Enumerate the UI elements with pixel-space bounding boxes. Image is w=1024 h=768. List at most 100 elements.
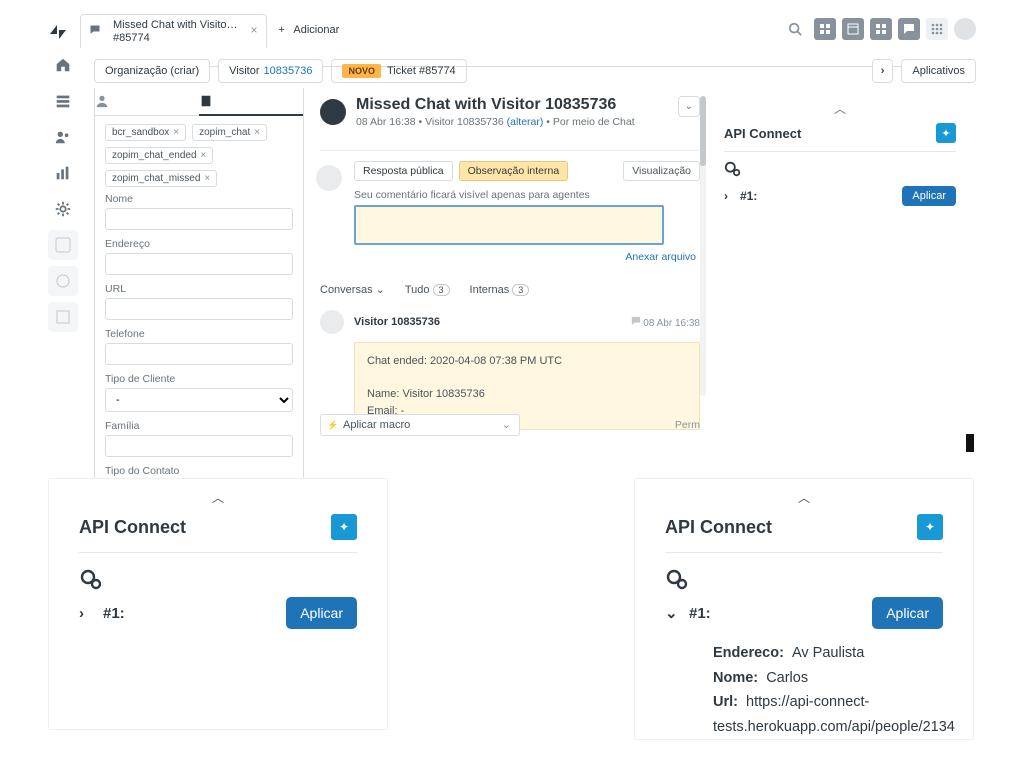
plus-icon: + [279, 24, 285, 36]
public-reply-tab[interactable]: Resposta pública [354, 161, 453, 181]
api-connect-card-expanded: ︿ API Connect ✦ ⌄ #1: Aplicar Endereco: … [634, 478, 974, 740]
add-tab[interactable]: + Adicionar [267, 14, 352, 46]
visitor-label: Visitor [229, 65, 259, 77]
apps-grid-icon[interactable] [926, 18, 948, 40]
properties-panel: bcr_sandbox × zopim_chat × zopim_chat_ende… [94, 88, 304, 483]
app-slot-2-icon[interactable] [48, 266, 78, 296]
api-connect-panel-top: ︿ API Connect ✦ › #1: Aplicar [724, 100, 956, 206]
msg-author: Visitor 10835736 [354, 316, 440, 328]
collapse-icon[interactable]: ︿ [724, 100, 956, 117]
api-settings-icon[interactable] [724, 160, 956, 178]
org-crumb[interactable]: Organização (criar) [94, 59, 210, 83]
api-title: API Connect [665, 517, 772, 538]
tag-chip[interactable]: bcr_sandbox × [105, 124, 186, 141]
grid-icon-2[interactable] [870, 18, 892, 40]
search-icon[interactable] [788, 22, 802, 36]
visitor-avatar [320, 310, 344, 334]
views-icon[interactable] [48, 86, 78, 116]
zendesk-logo [48, 22, 68, 42]
aplicar-button-right[interactable]: Aplicar [872, 597, 943, 629]
user-tab[interactable] [95, 88, 199, 116]
ticket-menu-button[interactable]: ⌄ [678, 96, 700, 117]
input-url[interactable] [105, 298, 293, 320]
preview-button[interactable]: Visualização [623, 161, 700, 181]
internal-note-tab[interactable]: Observação interna [459, 161, 569, 181]
next-ticket-button[interactable]: › [872, 59, 894, 83]
attach-link[interactable]: Anexar arquivo [320, 251, 696, 263]
remove-tag-icon[interactable]: × [173, 127, 179, 138]
api-title: API Connect [724, 126, 801, 141]
profile-avatar[interactable] [954, 18, 976, 40]
api-item-1: #1: [740, 189, 757, 203]
select-tipo-cliente[interactable]: - [105, 388, 293, 412]
panel-icon[interactable] [842, 18, 864, 40]
perm-label: Perm [675, 419, 700, 431]
collapse-item-icon[interactable]: ⌄ [665, 604, 689, 622]
api-item-1: #1: [689, 605, 711, 622]
remove-tag-icon[interactable]: × [201, 150, 207, 161]
side-handle[interactable] [966, 434, 974, 452]
tab-title: Missed Chat with Visito… [113, 19, 238, 32]
expand-icon[interactable]: › [79, 605, 103, 622]
tag-chip[interactable]: zopim_chat × [192, 124, 267, 141]
conversas-dropdown[interactable]: Conversas ⌄ [320, 283, 385, 296]
admin-icon[interactable] [48, 194, 78, 224]
input-familia[interactable] [105, 435, 293, 457]
customers-icon[interactable] [48, 122, 78, 152]
remove-tag-icon[interactable]: × [254, 127, 260, 138]
visitor-crumb[interactable]: Visitor 10835736 [218, 59, 323, 83]
tag-chip[interactable]: zopim_chat_missed × [105, 170, 217, 187]
label-tipo-contato: Tipo do Contato [105, 465, 293, 477]
chat-bubble-icon[interactable] [898, 18, 920, 40]
input-nome[interactable] [105, 208, 293, 230]
macro-dropdown[interactable]: Aplicar macro [320, 414, 520, 436]
label-tipo-cliente: Tipo de Cliente [105, 373, 293, 385]
ticket-scrollbar[interactable] [700, 96, 706, 396]
filter-internas[interactable]: Internas3 [470, 284, 530, 296]
collapse-icon[interactable]: ︿ [79, 489, 357, 506]
expand-icon[interactable]: › [724, 189, 740, 203]
label-familia: Família [105, 420, 293, 432]
novo-badge: NOVO [342, 64, 381, 78]
grid-icon-1[interactable] [814, 18, 836, 40]
api-logo-icon: ✦ [936, 123, 956, 143]
active-tab[interactable]: Missed Chat with Visito… #85774 × [80, 14, 267, 48]
tab-subtitle: #85774 [113, 32, 238, 44]
api-logo-icon: ✦ [917, 514, 943, 540]
filter-tudo[interactable]: Tudo3 [405, 284, 450, 296]
internal-hint: Seu comentário ficará visível apenas par… [354, 189, 700, 201]
api-title: API Connect [79, 517, 186, 538]
app-avatar [320, 99, 346, 125]
api-connect-card-collapsed: ︿ API Connect ✦ › #1: Aplicar [48, 478, 388, 730]
add-tab-label: Adicionar [293, 24, 339, 36]
home-icon[interactable] [48, 50, 78, 80]
close-icon[interactable]: × [251, 23, 258, 37]
reports-icon[interactable] [48, 158, 78, 188]
ticket-meta: 08 Abr 16:38 • Visitor 10835736 (alterar… [356, 116, 635, 128]
tag-chip[interactable]: zopim_chat_ended × [105, 147, 213, 164]
alterar-link[interactable]: (alterar) [507, 116, 544, 128]
label-telefone: Telefone [105, 328, 293, 340]
remove-tag-icon[interactable]: × [204, 173, 210, 184]
api-settings-icon[interactable] [79, 567, 357, 591]
collapse-icon[interactable]: ︿ [665, 489, 943, 506]
apps-button[interactable]: Aplicativos [901, 59, 976, 83]
api-item-details: Endereco: Av Paulista Nome: Carlos Url: … [713, 641, 943, 740]
input-telefone[interactable] [105, 343, 293, 365]
aplicar-button-top[interactable]: Aplicar [902, 186, 956, 206]
app-slot-3-icon[interactable] [48, 302, 78, 332]
org-tab[interactable] [199, 88, 303, 116]
ticket-crumb[interactable]: NOVO Ticket #85774 [331, 59, 466, 83]
input-endereco[interactable] [105, 253, 293, 275]
aplicar-button-left[interactable]: Aplicar [286, 597, 357, 629]
ticket-label: Ticket #85774 [387, 65, 456, 77]
label-nome: Nome [105, 193, 293, 205]
visitor-id: 10835736 [264, 65, 313, 77]
label-endereco: Endereço [105, 238, 293, 250]
internal-note-textarea[interactable] [354, 205, 664, 245]
api-settings-icon[interactable] [665, 567, 943, 591]
app-slot-1-icon[interactable] [48, 230, 78, 260]
agent-avatar [316, 165, 342, 191]
msg-time: 08 Abr 16:38 [631, 316, 701, 329]
api-logo-icon: ✦ [331, 514, 357, 540]
